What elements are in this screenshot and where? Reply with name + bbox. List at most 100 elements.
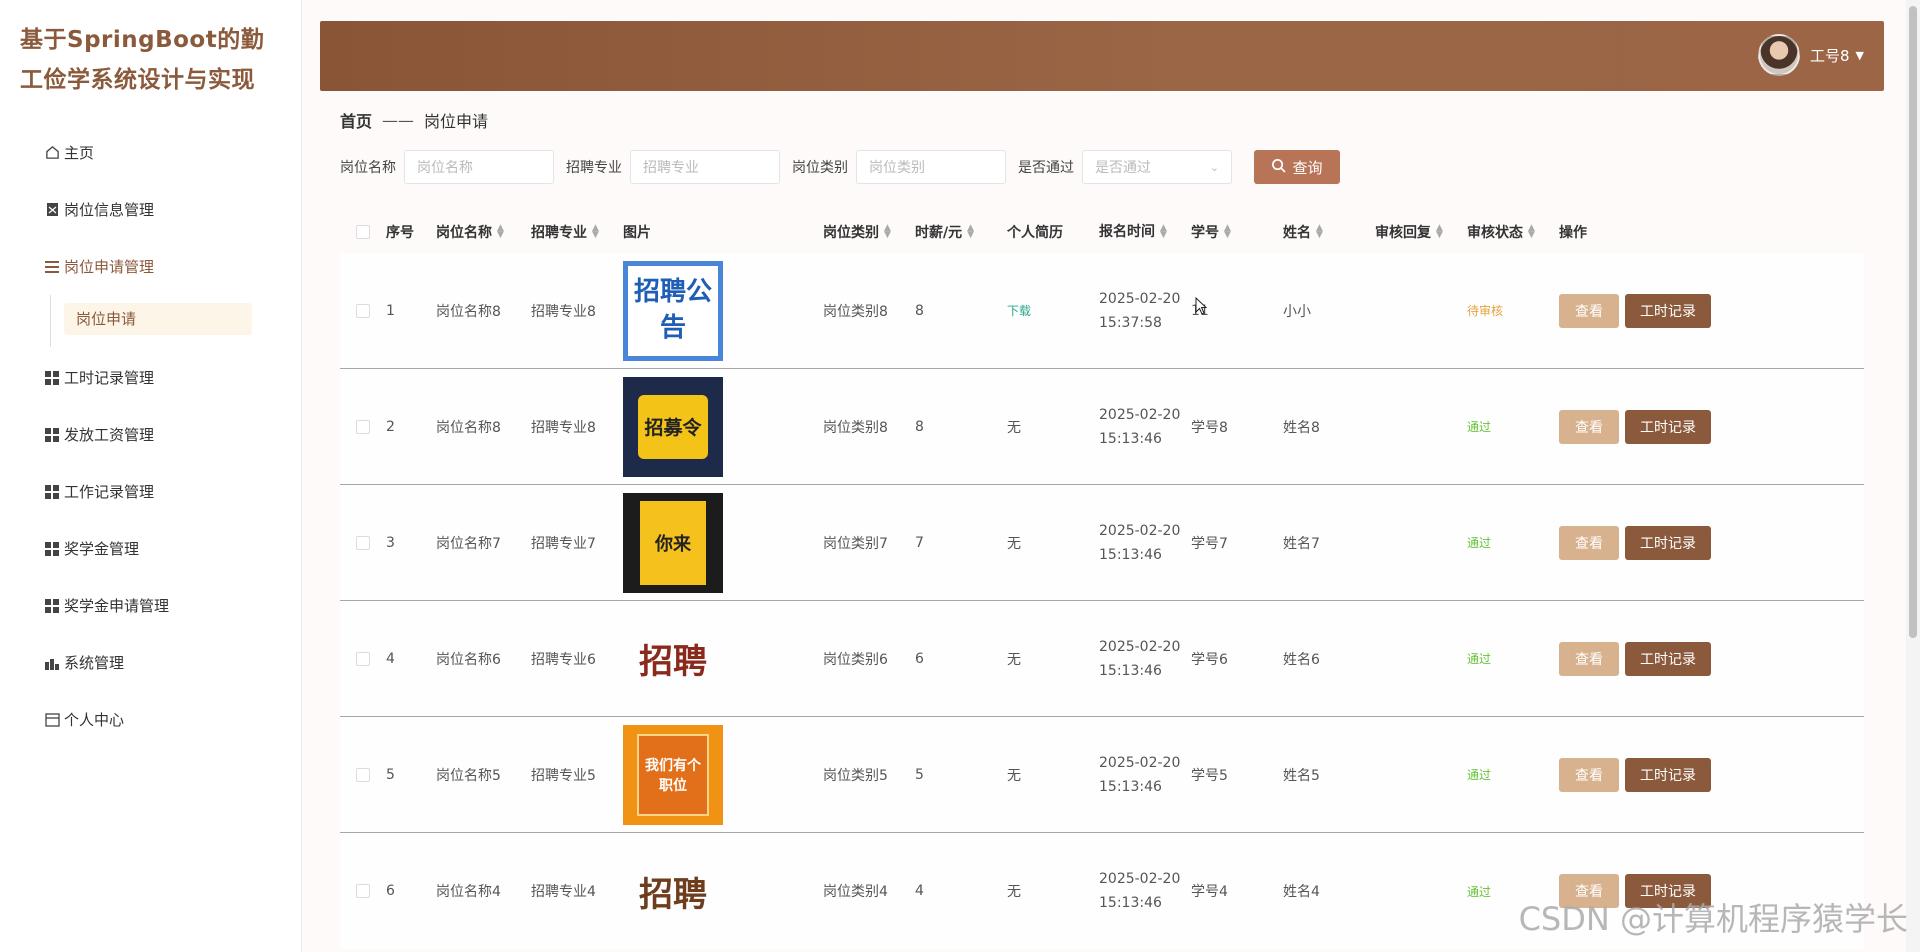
cell-no: 4 xyxy=(386,650,395,667)
sidebar-item-label: 岗位信息管理 xyxy=(64,201,155,219)
time-date: 2025-02-20 xyxy=(1099,638,1181,655)
sidebar-item-salary[interactable]: 发放工资管理 xyxy=(0,406,301,463)
work-hours-button[interactable]: 工时记录 xyxy=(1625,641,1711,676)
status-badge: 通过 xyxy=(1467,420,1492,434)
page-scrollbar[interactable] xyxy=(1906,0,1920,952)
row-checkbox[interactable] xyxy=(356,651,370,666)
sidebar-item-profile[interactable]: 个人中心 xyxy=(0,691,301,748)
cell-wage: 8 xyxy=(915,418,924,435)
passed-select[interactable]: 是否通过 ⌄ xyxy=(1082,150,1232,184)
time-clock: 15:13:46 xyxy=(1099,430,1162,447)
category-input[interactable]: 岗位类别 xyxy=(856,150,1006,184)
job-poster-image[interactable]: 你来 xyxy=(623,492,723,593)
row-checkbox[interactable] xyxy=(356,884,370,898)
cell-name: 岗位名称6 xyxy=(436,651,501,668)
cell-resume: 下载 xyxy=(1007,302,1099,319)
view-button[interactable]: 查看 xyxy=(1559,525,1619,560)
th-sname[interactable]: 姓名 ▲ ▼ xyxy=(1283,222,1375,242)
th-sid-label: 学号 xyxy=(1191,225,1219,241)
view-button[interactable]: 查看 xyxy=(1559,641,1619,676)
user-name: 工号8 xyxy=(1809,46,1850,65)
sort-icon: ▲ ▼ xyxy=(1160,223,1167,240)
th-time[interactable]: 报名时间 ▲ ▼ xyxy=(1099,220,1191,244)
scrollbar-thumb[interactable] xyxy=(1909,6,1917,638)
user-menu[interactable]: 工号8 ▼ xyxy=(1757,34,1864,76)
sidebar-item-label: 个人中心 xyxy=(64,711,125,729)
th-time-label: 报名时间 xyxy=(1099,224,1155,240)
sidebar-item-job-apply[interactable]: 岗位申请管理 xyxy=(0,238,301,295)
job-poster-image[interactable]: 招聘 xyxy=(623,841,723,941)
th-reply[interactable]: 审核回复 ▲ ▼ xyxy=(1375,222,1467,242)
job-name-input[interactable]: 岗位名称 xyxy=(404,150,554,184)
poster-text: 你来 xyxy=(640,500,706,585)
sidebar-item-work-hours[interactable]: 工时记录管理 xyxy=(0,349,301,406)
view-button[interactable]: 查看 xyxy=(1559,293,1619,328)
work-hours-button[interactable]: 工时记录 xyxy=(1625,874,1711,908)
cell-time: 2025-02-20 15:37:58 xyxy=(1099,287,1191,335)
breadcrumb-home[interactable]: 首页 xyxy=(340,108,372,132)
th-wage[interactable]: 时薪/元 ▲ ▼ xyxy=(915,222,1007,242)
cell-name: 岗位名称8 xyxy=(436,419,501,436)
cell-wage: 8 xyxy=(915,302,924,319)
sort-icon: ▲ ▼ xyxy=(884,223,891,240)
th-sid[interactable]: 学号 ▲ ▼ xyxy=(1191,222,1283,242)
sidebar-subitem-job-apply[interactable]: 岗位申请 xyxy=(64,303,252,335)
row-checkbox[interactable] xyxy=(356,303,370,318)
cell-no: 2 xyxy=(386,418,395,435)
status-badge: 通过 xyxy=(1467,536,1492,550)
view-button[interactable]: 查看 xyxy=(1559,409,1619,444)
sidebar-item-scholarship[interactable]: 奖学金管理 xyxy=(0,520,301,577)
major-input[interactable]: 招聘专业 xyxy=(630,150,780,184)
cell-name: 岗位名称4 xyxy=(436,884,501,900)
th-image: 图片 xyxy=(623,225,651,241)
sidebar-item-work-records[interactable]: 工作记录管理 xyxy=(0,463,301,520)
cell-ops: 查看 工时记录 xyxy=(1559,409,1759,444)
th-name[interactable]: 岗位名称 ▲ ▼ xyxy=(436,222,531,242)
view-button[interactable]: 查看 xyxy=(1559,874,1619,908)
sort-icon: ▲ ▼ xyxy=(1436,223,1443,240)
work-hours-button[interactable]: 工时记录 xyxy=(1625,757,1711,792)
job-poster-image[interactable]: 招聘 xyxy=(623,609,723,709)
work-hours-button[interactable]: 工时记录 xyxy=(1625,409,1711,444)
sort-icon: ▲ ▼ xyxy=(1224,223,1231,240)
resume-download-link[interactable]: 下载 xyxy=(1007,302,1031,319)
row-checkbox[interactable] xyxy=(356,419,370,434)
cell-wage: 5 xyxy=(915,766,924,783)
cell-wage: 7 xyxy=(915,534,924,551)
th-major[interactable]: 招聘专业 ▲ ▼ xyxy=(531,222,623,242)
work-hours-button[interactable]: 工时记录 xyxy=(1625,293,1711,328)
poster-text: 招聘 xyxy=(639,642,707,682)
sidebar-item-label: 工时记录管理 xyxy=(64,369,155,387)
job-poster-image[interactable]: 招聘公告 xyxy=(623,260,723,361)
cell-category: 岗位类别5 xyxy=(823,767,888,784)
table-row: 5 岗位名称5 招聘专业5 我们有个职位 岗位类别5 5 无 2025-02-2… xyxy=(340,717,1864,833)
cell-name: 岗位名称8 xyxy=(436,303,501,320)
status-badge: 通过 xyxy=(1467,768,1492,782)
sidebar-item-system[interactable]: 系统管理 xyxy=(0,634,301,691)
th-category[interactable]: 岗位类别 ▲ ▼ xyxy=(823,222,915,242)
work-hours-button[interactable]: 工时记录 xyxy=(1625,525,1711,560)
sidebar-item-scholarship-apply[interactable]: 奖学金申请管理 xyxy=(0,577,301,634)
filter-bar: 岗位名称 岗位名称 招聘专业 招聘专业 岗位类别 岗位类别 是否通过 是否通过 … xyxy=(340,150,1340,184)
time-clock: 15:13:46 xyxy=(1099,662,1162,679)
sidebar-item-job-info[interactable]: 岗位信息管理 xyxy=(0,181,301,238)
sidebar-item-home[interactable]: 主页 xyxy=(0,124,301,181)
row-checkbox[interactable] xyxy=(356,767,370,782)
view-button[interactable]: 查看 xyxy=(1559,757,1619,792)
job-poster-image[interactable]: 招募令 xyxy=(623,376,723,477)
avatar xyxy=(1757,34,1800,76)
cell-sname: 姓名7 xyxy=(1283,535,1320,552)
cell-image: 招募令 xyxy=(623,376,823,477)
query-button[interactable]: 查询 xyxy=(1254,150,1340,184)
select-all-checkbox[interactable] xyxy=(356,225,370,239)
poster-text: 招募令 xyxy=(638,394,708,459)
cell-image: 你来 xyxy=(623,492,823,593)
cell-sid: 学号7 xyxy=(1191,535,1228,552)
th-status[interactable]: 审核状态 ▲ ▼ xyxy=(1467,222,1559,242)
row-checkbox[interactable] xyxy=(356,535,370,550)
document-icon xyxy=(44,202,60,218)
app-title: 基于SpringBoot的勤工俭学系统设计与实现 xyxy=(20,27,265,93)
time-clock: 15:13:46 xyxy=(1099,895,1162,911)
cell-major: 招聘专业8 xyxy=(531,419,596,436)
job-poster-image[interactable]: 我们有个职位 xyxy=(623,724,723,825)
